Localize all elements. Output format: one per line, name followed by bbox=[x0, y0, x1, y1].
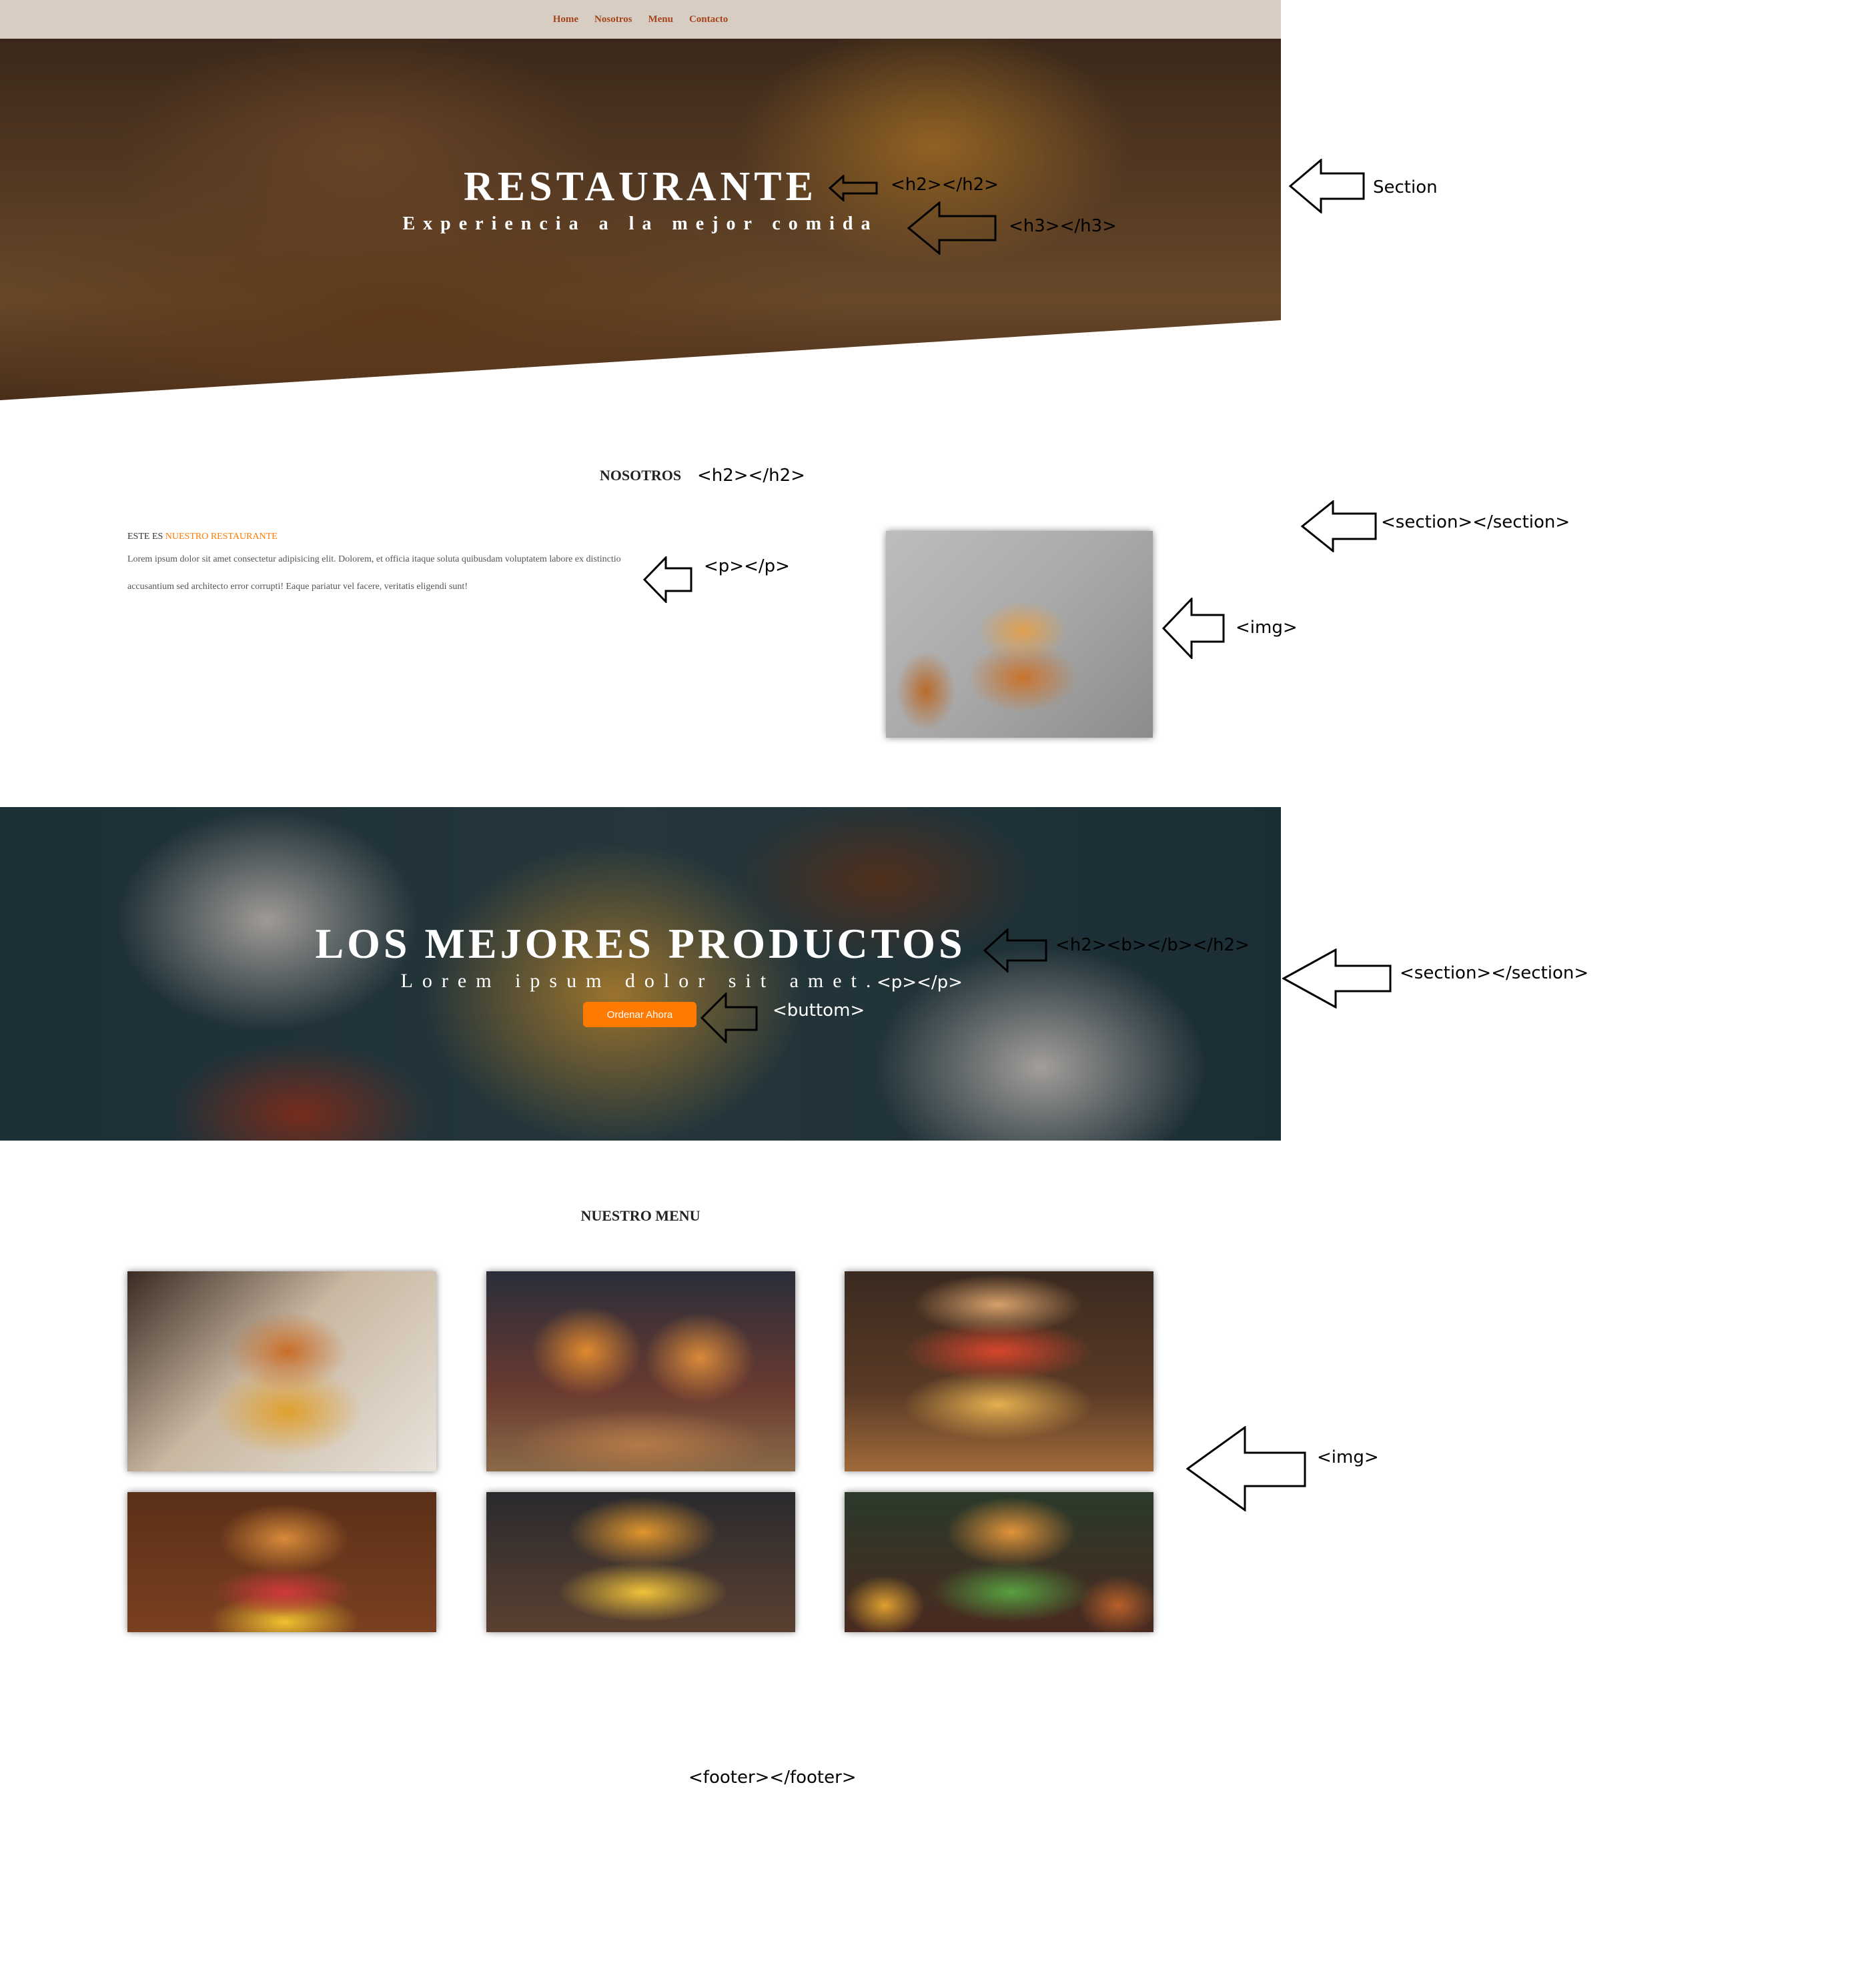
nav-home[interactable]: Home bbox=[553, 14, 578, 25]
annotation-hero-section: Section bbox=[1373, 177, 1438, 197]
hero-title: RESTAURANTE bbox=[464, 164, 817, 209]
menu-item-image bbox=[486, 1271, 795, 1471]
about-kicker-highlight: NUESTRO RESTAURANTE bbox=[165, 532, 278, 542]
products-title: LOS MEJORES PRODUCTOS bbox=[315, 920, 966, 967]
products-subtitle: Lorem ipsum dolor sit amet. bbox=[400, 970, 881, 992]
annotation-about-h2: <h2></h2> bbox=[697, 466, 805, 486]
annotation-about-section: <section></section> bbox=[1381, 512, 1570, 532]
annotation-menu-img: <img> bbox=[1317, 1447, 1379, 1467]
arrow-left-icon bbox=[643, 556, 692, 603]
annotation-about-img: <img> bbox=[1236, 618, 1298, 638]
about-paragraph: Lorem ipsum dolor sit amet consectetur a… bbox=[127, 554, 621, 592]
about-burger-image bbox=[886, 531, 1153, 738]
top-nav: Home Nosotros Menu Contacto bbox=[0, 0, 1281, 39]
annotation-footer: <footer></footer> bbox=[688, 1768, 857, 1788]
about-kicker-prefix: ESTE ES bbox=[127, 532, 163, 542]
arrow-left-icon bbox=[1186, 1426, 1306, 1511]
nav-nosotros[interactable]: Nosotros bbox=[594, 14, 632, 25]
order-now-button[interactable]: Ordenar Ahora bbox=[583, 1002, 696, 1027]
menu-title: NUESTRO MENU bbox=[580, 1207, 700, 1224]
about-title: NOSOTROS bbox=[599, 467, 682, 484]
about-kicker: ESTE ES NUESTRO RESTAURANTE bbox=[127, 532, 278, 542]
annotation-about-p: <p></p> bbox=[704, 556, 790, 576]
annotation-products-button: <buttom> bbox=[773, 1001, 865, 1021]
arrow-left-icon bbox=[1282, 948, 1392, 1009]
menu-item-image bbox=[127, 1271, 436, 1471]
hero-subtitle: Experiencia a la mejor comida bbox=[402, 213, 879, 234]
nav-menu[interactable]: Menu bbox=[648, 14, 673, 25]
menu-item-image bbox=[486, 1492, 795, 1632]
menu-item-image bbox=[845, 1271, 1153, 1471]
arrow-left-icon bbox=[1162, 598, 1225, 659]
nav-contacto[interactable]: Contacto bbox=[689, 14, 728, 25]
arrow-left-icon bbox=[1289, 159, 1365, 213]
menu-item-image bbox=[845, 1492, 1153, 1632]
arrow-left-icon bbox=[1301, 500, 1377, 552]
menu-item-image bbox=[127, 1492, 436, 1632]
annotation-products-section: <section></section> bbox=[1400, 963, 1589, 983]
arrow-left-icon bbox=[700, 993, 758, 1043]
